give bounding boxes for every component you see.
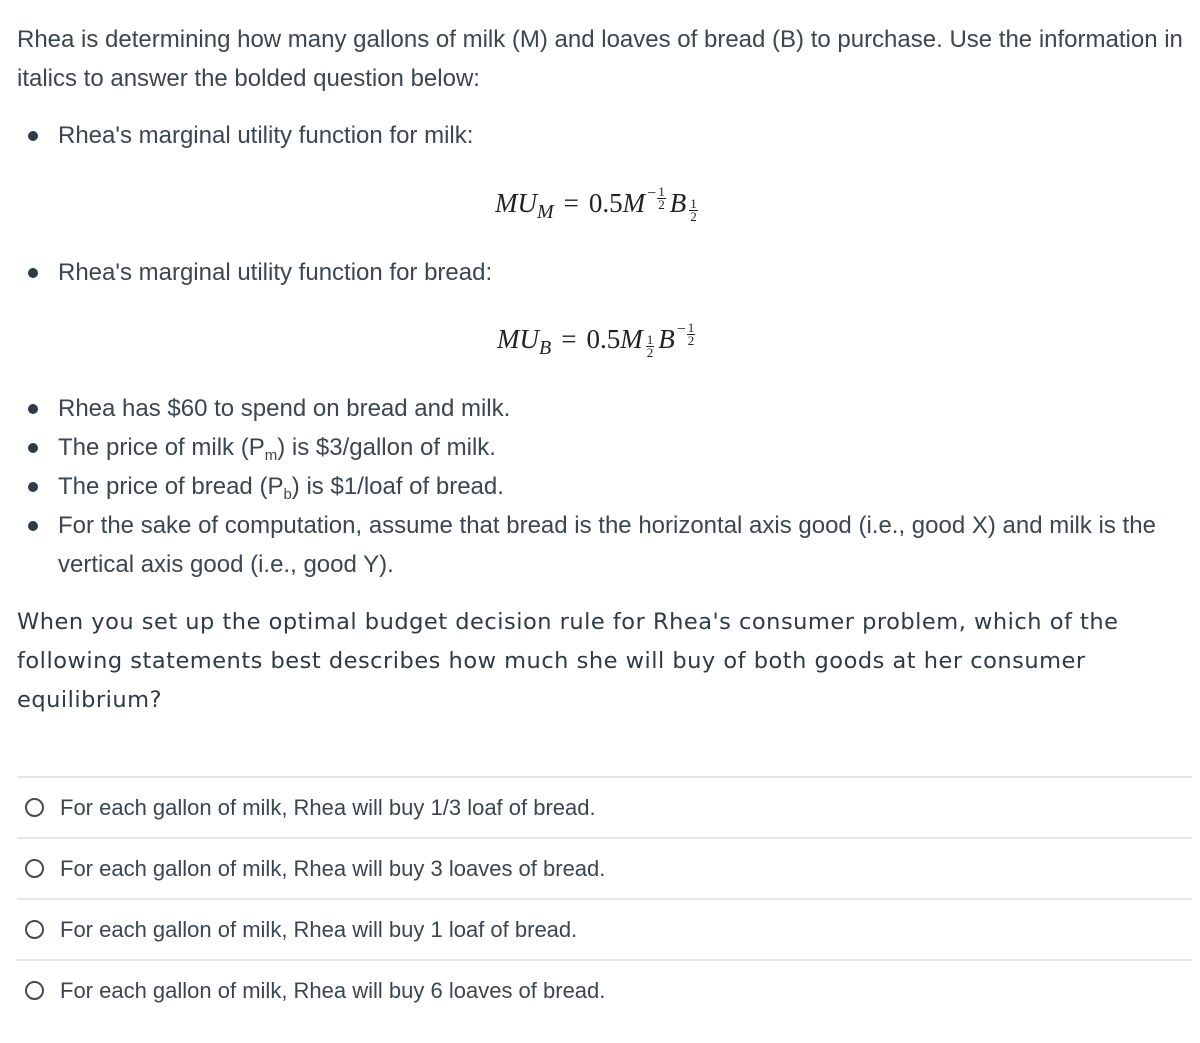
eq-lhs: MU [495, 188, 537, 218]
radio-button-icon[interactable] [25, 859, 44, 878]
bullet-axis-note: For the sake of computation, assume that… [28, 506, 1168, 584]
question-text: When you set up the optimal budget decis… [17, 609, 1119, 713]
exp-den: 2 [658, 197, 665, 212]
exp-sign: − [647, 185, 657, 202]
bullet-icon [28, 521, 38, 531]
bullet-text: The price of milk (Pm) is $3/gallon of m… [58, 428, 1168, 467]
eq-exp2: −1 2 [676, 321, 696, 348]
eq-equals: = [561, 324, 577, 354]
bullet-text: Rhea has $60 to spend on bread and milk. [58, 395, 511, 422]
bullet-milk-mu: Rhea's marginal utility function for mil… [28, 116, 1168, 155]
radio-button-icon[interactable] [25, 798, 44, 817]
exp-den: 2 [687, 333, 695, 348]
answer-option[interactable]: For each gallon of milk, Rhea will buy 1… [17, 898, 1192, 959]
answer-option[interactable]: For each gallon of milk, Rhea will buy 1… [17, 776, 1192, 837]
bullet-budget: Rhea has $60 to spend on bread and milk. [28, 389, 1168, 428]
answer-label[interactable]: For each gallon of milk, Rhea will buy 3… [60, 856, 605, 882]
answer-option[interactable]: For each gallon of milk, Rhea will buy 3… [17, 837, 1192, 898]
text-part: The price of bread (P [58, 473, 284, 500]
bullet-text: For the sake of computation, assume that… [58, 512, 1156, 578]
eq-lhs-sub: B [539, 337, 552, 359]
text-part: ) is $1/loaf of bread. [291, 473, 504, 500]
answer-option[interactable]: For each gallon of milk, Rhea will buy 6… [17, 959, 1192, 1020]
intro-text: Rhea is determining how many gallons of … [17, 26, 1183, 92]
equation-mu-milk: MUM = 0.5M −1 2 B 1 2 [495, 185, 702, 237]
answer-label[interactable]: For each gallon of milk, Rhea will buy 1… [60, 917, 577, 943]
exp-den: 2 [646, 345, 654, 360]
eq-lhs: MU [497, 324, 539, 354]
answer-list: For each gallon of milk, Rhea will buy 1… [17, 776, 1192, 1020]
bullet-icon [28, 268, 38, 278]
text-part: The price of milk (P [58, 434, 265, 461]
bullet-price-bread: The price of bread (Pb) is $1/loaf of br… [28, 467, 1168, 506]
price-subscript: m [264, 447, 278, 464]
eq-var2: B [669, 188, 687, 218]
bullet-icon [28, 131, 38, 141]
bullet-price-milk: The price of milk (Pm) is $3/gallon of m… [28, 428, 1168, 467]
radio-button-icon[interactable] [25, 920, 44, 939]
text-part: ) is $3/gallon of milk. [277, 434, 496, 461]
bullet-text: Rhea's marginal utility function for bre… [58, 259, 493, 286]
bullet-icon [28, 482, 38, 492]
eq-var2: B [658, 324, 675, 354]
bullet-text: The price of bread (Pb) is $1/loaf of br… [58, 467, 1168, 506]
eq-coef: 0.5 [586, 324, 621, 354]
exp-sign: − [676, 321, 686, 338]
bullet-bread-mu: Rhea's marginal utility function for bre… [28, 253, 1168, 292]
bullet-text: Rhea's marginal utility function for mil… [58, 122, 474, 149]
answer-label[interactable]: For each gallon of milk, Rhea will buy 1… [60, 795, 596, 821]
eq-equals: = [563, 188, 579, 218]
eq-var1: M [620, 324, 643, 354]
bullet-icon [28, 404, 38, 414]
price-subscript: b [283, 486, 292, 503]
answer-label[interactable]: For each gallon of milk, Rhea will buy 6… [60, 978, 605, 1004]
eq-var1: M [622, 188, 646, 218]
equation-mu-bread: MUB = 0.5M 1 2 B −1 2 [497, 321, 699, 373]
eq-exp2: 12 [688, 197, 698, 224]
exp-den: 2 [690, 209, 697, 224]
eq-exp1: 12 [645, 333, 655, 360]
eq-exp1: −1 2 [647, 185, 666, 212]
bullet-icon [28, 443, 38, 453]
radio-button-icon[interactable] [25, 981, 44, 1000]
eq-lhs-sub: M [537, 201, 554, 223]
eq-coef: 0.5 [588, 188, 623, 218]
